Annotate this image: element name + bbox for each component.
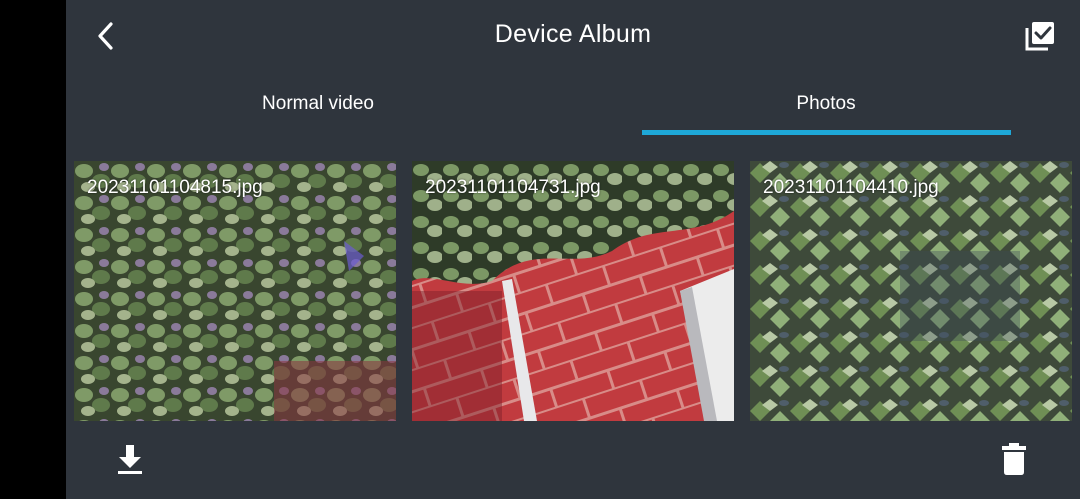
tab-normal-video[interactable]: Normal video (134, 72, 502, 136)
tab-bar: Normal video Photos (66, 72, 1080, 136)
trash-icon (1002, 443, 1026, 475)
ivy-leaves-image (74, 161, 396, 421)
photo-filename: 20231101104731.jpg (425, 177, 601, 198)
select-all-button[interactable] (1020, 16, 1060, 56)
select-all-icon (1025, 22, 1054, 51)
photo-filename: 20231101104815.jpg (87, 177, 263, 198)
download-icon (118, 445, 142, 474)
photo-thumbnail[interactable]: 20231101104815.jpg (74, 161, 396, 421)
brick-wall-image (412, 161, 734, 421)
tab-photos[interactable]: Photos (642, 72, 1010, 136)
page-title: Device Album (494, 20, 652, 48)
active-tab-indicator (642, 130, 1011, 135)
device-album-screen: Device Album Normal video Photos 2023110… (66, 0, 1080, 499)
bottom-toolbar (66, 421, 1080, 499)
green-ivy-image (750, 161, 1072, 421)
photo-thumbnail[interactable]: 20231101104410.jpg (750, 161, 1072, 421)
header-bar: Device Album (66, 0, 1080, 72)
left-black-strip (0, 0, 66, 499)
photo-thumbnail[interactable]: 20231101104731.jpg (412, 161, 734, 421)
photo-grid: 20231101104815.jpg 20231101104731.jpg 20… (74, 161, 1072, 421)
delete-button[interactable] (994, 439, 1034, 479)
download-button[interactable] (110, 439, 150, 479)
photo-filename: 20231101104410.jpg (763, 177, 939, 198)
